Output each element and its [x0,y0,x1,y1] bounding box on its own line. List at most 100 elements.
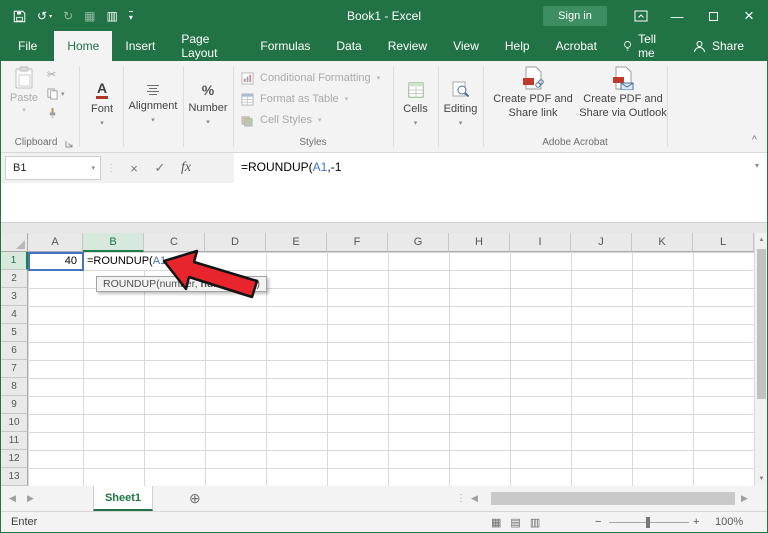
horizontal-scrollbar-thumb[interactable] [491,492,735,505]
ribbon-display-options-icon [634,10,648,22]
format-as-table-button[interactable]: Format as Table ▾ [241,89,348,109]
cells-group-button[interactable]: Cells ▾ [393,61,438,147]
column-header-b[interactable]: B [83,233,144,252]
zoom-level[interactable]: 100% [715,512,743,532]
tab-home[interactable]: Home [54,31,113,61]
page-layout-view-button[interactable]: ▤ [510,516,520,529]
tab-file[interactable]: File [1,31,54,61]
column-header-h[interactable]: H [449,233,510,252]
touch-mode-button[interactable]: ▦ [84,9,95,23]
row-header-12[interactable]: 12 [1,450,28,468]
formula-text-post: ,-1 [327,160,342,174]
chevron-down-icon: ▾ [151,117,155,124]
format-painter-button[interactable] [47,106,65,119]
close-button[interactable]: × [731,1,767,31]
row-header-4[interactable]: 4 [1,306,28,324]
expand-formula-bar-button[interactable]: ▾ [755,161,759,170]
chevron-down-icon: ▾ [22,107,26,114]
row-header-7[interactable]: 7 [1,360,28,378]
vertical-scrollbar[interactable]: ▲ ▼ [754,233,767,486]
collapse-ribbon-button[interactable]: ^ [752,134,757,146]
vertical-scrollbar-thumb[interactable] [757,249,766,399]
share-button[interactable]: Share [680,31,757,61]
scroll-down-button[interactable]: ▼ [755,472,767,486]
copy-button[interactable]: ▾ [47,87,65,100]
column-header-e[interactable]: E [266,233,327,252]
alignment-group-button[interactable]: Alignment ▾ [123,61,183,147]
row-header-9[interactable]: 9 [1,396,28,414]
name-box[interactable]: B1 ▾ [5,156,101,180]
column-header-g[interactable]: G [388,233,449,252]
format-as-table-icon [241,92,254,106]
tab-review[interactable]: Review [375,31,440,61]
column-header-i[interactable]: I [510,233,571,252]
clipboard-dialog-launcher[interactable] [65,140,73,148]
insert-function-button[interactable]: fx [173,160,199,176]
save-button[interactable] [13,10,26,23]
editing-group-label: Editing [443,103,478,115]
enter-button[interactable]: ✓ [147,160,173,176]
customize-qat-button[interactable]: ▾ [128,10,133,22]
row-header-13[interactable]: 13 [1,468,28,486]
minimize-button[interactable]: — [659,1,695,31]
sign-in-button[interactable]: Sign in [543,6,607,26]
column-header-a[interactable]: A [28,233,83,252]
zoom-slider-handle[interactable] [646,517,650,528]
cancel-button[interactable]: × [121,161,147,176]
undo-button[interactable]: ↺ ▾ [37,9,52,23]
font-group-button[interactable]: A Font ▾ [81,61,123,147]
select-all-button[interactable] [1,233,28,252]
tab-help[interactable]: Help [492,31,543,61]
column-header-j[interactable]: J [571,233,632,252]
chevron-down-icon[interactable]: ▾ [91,164,95,172]
tab-formulas[interactable]: Formulas [247,31,323,61]
tab-view[interactable]: View [440,31,492,61]
hscroll-right-button[interactable]: ▶ [741,486,748,511]
tab-data[interactable]: Data [323,31,374,61]
clipboard-group-label: Clipboard [14,137,58,148]
editing-group-button[interactable]: Editing ▾ [438,61,483,147]
tell-me-box[interactable]: Tell me [610,31,680,61]
column-header-k[interactable]: K [632,233,693,252]
zoom-in-button[interactable]: + [693,512,699,532]
row-header-1[interactable]: 1 [1,252,28,270]
sheet-next-button[interactable]: ▶ [27,486,34,511]
redo-button[interactable]: ↻ [63,9,73,23]
cut-button[interactable]: ✂ [47,68,65,81]
new-sheet-button[interactable]: ⊕ [189,486,201,511]
paste-button[interactable]: Paste ▾ [7,66,41,114]
create-pdf-share-outlook-label: Create PDF and Share via Outlook [579,93,667,119]
cell-a1[interactable]: 40 [28,253,81,270]
group-separator [483,66,484,147]
sheet-prev-button[interactable]: ◀ [9,486,16,511]
cell-styles-button[interactable]: Cell Styles ▾ [241,110,321,130]
column-header-f[interactable]: F [327,233,388,252]
normal-view-button[interactable]: ▦ [491,516,501,529]
row-header-10[interactable]: 10 [1,414,28,432]
number-group-button[interactable]: % Number ▾ [183,61,233,147]
row-header-6[interactable]: 6 [1,342,28,360]
row-header-3[interactable]: 3 [1,288,28,306]
row-header-11[interactable]: 11 [1,432,28,450]
create-pdf-share-link-button[interactable]: Create PDF and Share link [489,66,577,121]
tab-acrobat[interactable]: Acrobat [543,31,610,61]
tab-scroll-splitter[interactable]: ⋮ [456,486,466,511]
formula-input[interactable]: =ROUNDUP(A1,-1 [241,160,341,174]
row-header-5[interactable]: 5 [1,324,28,342]
create-pdf-share-outlook-button[interactable]: Create PDF and Share via Outlook [579,66,667,121]
row-header-2[interactable]: 2 [1,270,28,288]
tab-insert[interactable]: Insert [112,31,168,61]
grid-mode-button[interactable]: ▥ [106,9,117,23]
column-header-l[interactable]: L [693,233,754,252]
sheet-tab-sheet1[interactable]: Sheet1 [93,486,153,511]
ribbon-display-options-button[interactable] [623,1,659,31]
conditional-formatting-button[interactable]: Conditional Formatting ▾ [241,68,380,88]
hscroll-left-button[interactable]: ◀ [471,486,478,511]
tab-page-layout[interactable]: Page Layout [168,31,247,61]
zoom-out-button[interactable]: − [595,512,601,532]
cell-styles-icon [241,115,253,127]
row-header-8[interactable]: 8 [1,378,28,396]
maximize-button[interactable] [695,1,731,31]
scroll-up-button[interactable]: ▲ [755,233,767,247]
page-break-view-button[interactable]: ▥ [530,516,540,529]
